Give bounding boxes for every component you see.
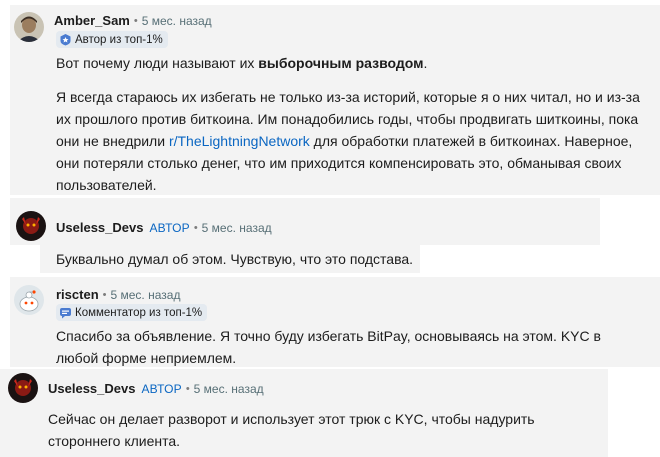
separator-dot: • xyxy=(185,382,190,395)
op-label: АВТОР xyxy=(141,381,182,396)
comment-body: Сейчас он делает разворот и использует э… xyxy=(48,411,535,449)
username[interactable]: riscten xyxy=(56,287,99,302)
user-flair-badge: Комментатор из топ-1% xyxy=(56,304,208,321)
username[interactable]: Useless_Devs xyxy=(56,220,143,235)
comment-header: Amber_Sam • 5 мес. назад xyxy=(54,13,212,28)
user-avatar-riscten[interactable] xyxy=(14,285,44,315)
user-avatar-useless-devs[interactable] xyxy=(16,211,46,241)
comment-body: Вот почему люди называют их выборочным р… xyxy=(56,52,646,74)
badge-label: Комментатор из топ-1% xyxy=(75,306,203,319)
comment-age[interactable]: 5 мес. назад xyxy=(202,221,272,235)
top-commenter-badge-icon xyxy=(59,306,72,319)
comment-body: Я всегда стараюсь их избегать не только … xyxy=(56,86,656,196)
user-avatar-useless-devs[interactable] xyxy=(8,373,38,403)
username[interactable]: Useless_Devs xyxy=(48,381,135,396)
comment-text-bold: выборочным разводом xyxy=(258,55,424,71)
op-label: АВТОР xyxy=(149,220,190,235)
comment-text: . xyxy=(423,55,428,71)
separator-dot: • xyxy=(193,221,198,234)
comment-header: Useless_Devs АВТОР • 5 мес. назад xyxy=(48,381,264,396)
username[interactable]: Amber_Sam xyxy=(54,13,130,28)
separator-dot: • xyxy=(102,288,107,301)
comment-age[interactable]: 5 мес. назад xyxy=(142,14,212,28)
user-avatar-amber-sam[interactable] xyxy=(14,12,44,42)
separator-dot: • xyxy=(133,14,138,27)
user-flair-badge: Автор из топ-1% xyxy=(56,31,168,48)
comment-header: riscten • 5 мес. назад xyxy=(56,287,180,302)
comment-header: Useless_Devs АВТОР • 5 мес. назад xyxy=(56,220,272,235)
comment-body: Буквально думал об этом. Чувствую, что э… xyxy=(56,251,414,267)
top-author-badge-icon xyxy=(59,33,72,46)
subreddit-link[interactable]: r/TheLightningNetwork xyxy=(169,133,310,149)
comment-body: Спасибо за объявление. Я точно буду избе… xyxy=(56,328,601,366)
comment-age[interactable]: 5 мес. назад xyxy=(111,288,181,302)
comment-text: Вот почему люди называют их xyxy=(56,55,259,71)
badge-label: Автор из топ-1% xyxy=(75,33,163,46)
comment-age[interactable]: 5 мес. назад xyxy=(194,382,264,396)
